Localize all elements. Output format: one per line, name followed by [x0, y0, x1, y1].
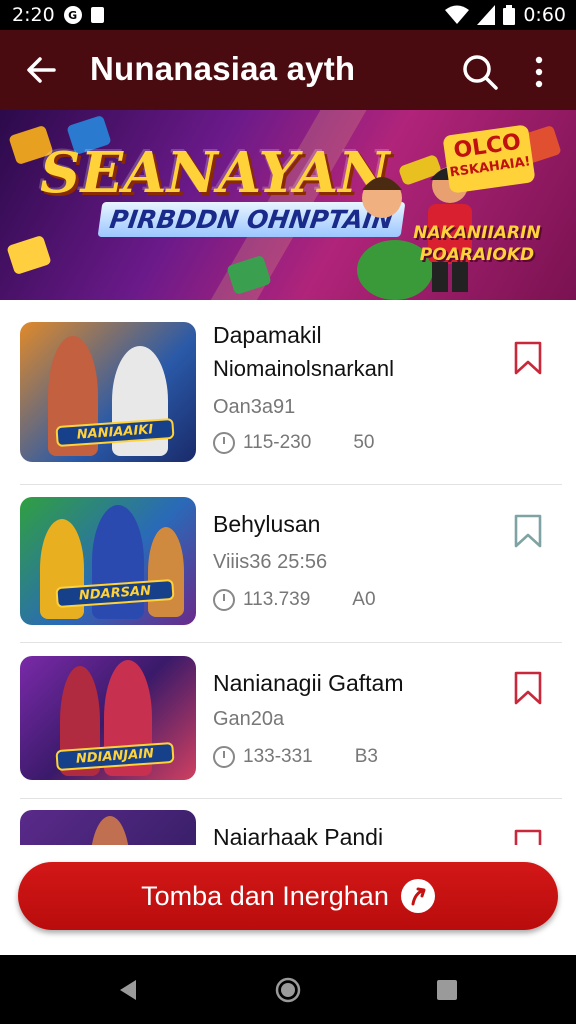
item-duration: 115-230	[243, 432, 312, 453]
item-title: Nanianagii Gaftam	[213, 670, 404, 696]
item-meta: Viiis36 25:56	[213, 551, 328, 573]
item-title: Dapamakil	[213, 322, 322, 348]
item-thumbnail: NDARSAN	[20, 497, 196, 625]
primary-action-button[interactable]: Tomba dan Inerghan	[18, 862, 558, 930]
app-bar: Nunanasiaa ayth	[0, 30, 576, 110]
search-icon[interactable]	[458, 50, 502, 94]
list-divider	[20, 798, 562, 799]
page-title: Nunanasiaa ayth	[90, 50, 356, 87]
status-bar: 2:20 G 0:60	[0, 0, 576, 30]
bookmark-icon[interactable]	[512, 340, 544, 376]
clock-icon	[213, 746, 235, 768]
clock-icon	[213, 432, 235, 454]
banner-badge: OLCO RSKAHAIA!	[442, 124, 536, 194]
list-item[interactable]: NDIANJAIN Nanianagii Gaftam Gan20a 133-3…	[0, 656, 576, 816]
more-vert-icon[interactable]	[526, 50, 552, 94]
item-thumbnail	[20, 810, 196, 845]
item-meta: Gan20a	[213, 708, 285, 730]
arrow-forward-icon	[400, 879, 435, 913]
list-item[interactable]: NDARSAN Behylusan Viiis36 25:56 113.739 …	[0, 497, 576, 657]
list-divider	[20, 642, 562, 643]
notification-icon: G	[63, 6, 82, 24]
item-stats: 115-230 50	[213, 432, 374, 454]
banner-decor-tile	[6, 234, 52, 276]
clock-icon	[213, 589, 235, 611]
item-thumbnail: NANIAAIKI	[20, 322, 196, 462]
bookmark-icon[interactable]	[512, 670, 544, 706]
item-title: Behylusan	[213, 511, 321, 537]
banner-tagline-line-1: NAKANIIARIN	[413, 223, 541, 243]
item-duration: 113.739	[243, 589, 311, 610]
thumbnail-figure	[90, 816, 130, 845]
bookmark-icon[interactable]	[512, 513, 544, 549]
primary-action-label: Tomba dan Inerghan	[141, 880, 389, 911]
item-title: Naiarhaak Pandi	[213, 824, 384, 845]
item-count: A0	[352, 589, 376, 610]
list-item[interactable]: NANIAAIKI Dapamakil Niomainolsnarkanl Oa…	[0, 322, 576, 482]
battery-text: 0:60	[523, 4, 566, 26]
item-stats: 113.739 A0	[213, 589, 376, 611]
status-time: 2:20	[12, 4, 55, 26]
sim-icon	[90, 7, 104, 23]
item-stats: 133-331 B3	[213, 746, 378, 768]
nav-recents-icon[interactable]	[432, 975, 462, 1005]
item-duration: 133-331	[243, 746, 313, 767]
nav-back-icon[interactable]	[114, 975, 144, 1005]
content-list[interactable]: NANIAAIKI Dapamakil Niomainolsnarkanl Oa…	[0, 300, 576, 845]
promo-banner[interactable]: SEANAYAN PIRBDDN OHNPTAIN OLCO RSKAHAIA!…	[0, 110, 576, 300]
bookmark-icon[interactable]	[512, 828, 544, 845]
thumbnail-figure	[148, 527, 184, 617]
item-subtitle: Niomainolsnarkanl	[213, 356, 394, 381]
system-navigation-bar	[0, 955, 576, 1024]
item-thumbnail: NDIANJAIN	[20, 656, 196, 780]
item-count: B3	[354, 746, 378, 767]
banner-headline: SEANAYAN	[40, 140, 390, 206]
signal-icon	[477, 5, 496, 25]
banner-tagline: NAKANIIARIN POARAIOKD	[412, 222, 542, 266]
back-arrow-icon[interactable]	[22, 50, 62, 90]
nav-home-icon[interactable]	[273, 975, 303, 1005]
item-count: 50	[353, 432, 375, 453]
wifi-icon	[445, 5, 470, 24]
banner-tagline-line-2: POARAIOKD	[419, 245, 535, 265]
battery-icon	[503, 5, 516, 25]
list-item[interactable]: Naiarhaak Pandi	[0, 810, 576, 845]
item-meta: Oan3a91	[213, 396, 296, 418]
list-divider	[20, 484, 562, 485]
